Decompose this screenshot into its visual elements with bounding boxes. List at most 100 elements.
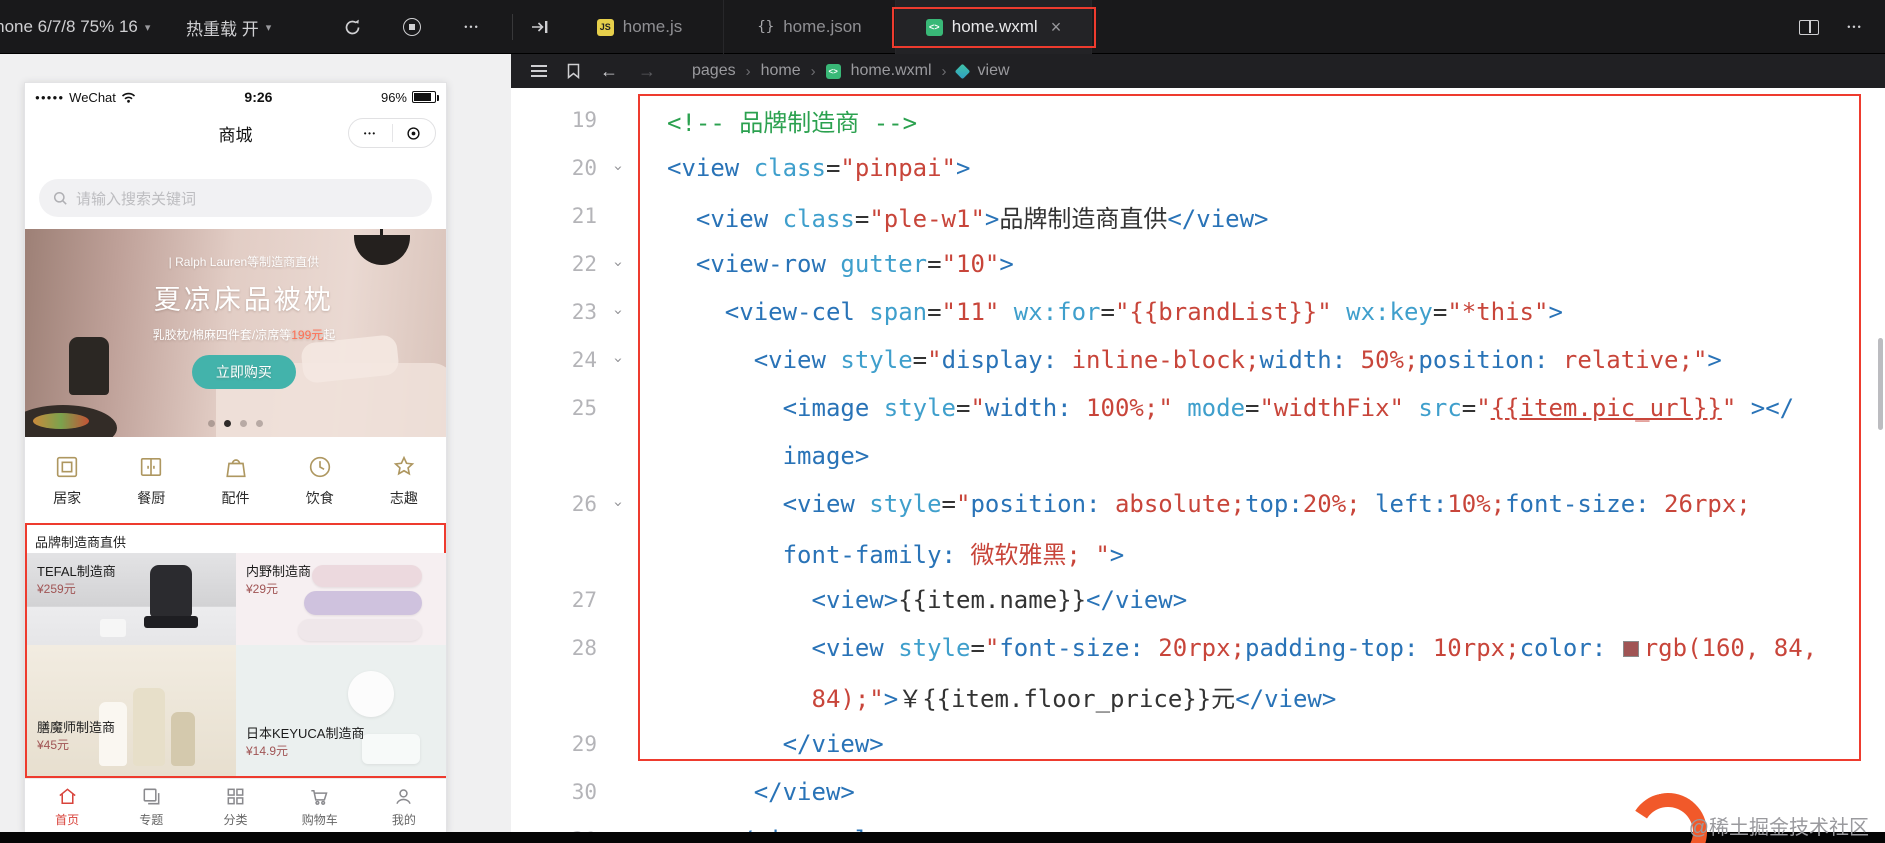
fold-chevron-icon[interactable]: ›	[597, 495, 640, 513]
code-row: 26 › <view style="position: absolute;top:…	[511, 480, 1885, 528]
category-label: 饮食	[305, 489, 334, 506]
code-row: 20 › <view class="pinpai">	[511, 144, 1885, 192]
chevron-down-icon: ▾	[265, 21, 272, 34]
tab-home-js[interactable]: JS home.js	[556, 0, 724, 54]
breadcrumb-pages[interactable]: pages	[692, 62, 736, 80]
tab-cart[interactable]: 购物车	[278, 779, 362, 834]
product-name: 内野制造商	[246, 564, 312, 579]
device-selector[interactable]: iPhone 6/7/8 75% 16 ▾	[0, 0, 150, 54]
code-line-text[interactable]: <view>{{item.name}}</view>	[640, 586, 1885, 614]
code-row: 22 › <view-row gutter="10">	[511, 240, 1885, 288]
frame-icon	[56, 456, 78, 477]
bookmark-icon[interactable]	[567, 63, 580, 79]
forward-button[interactable]: →	[638, 61, 656, 82]
category-item-food[interactable]: 饮食	[278, 437, 362, 523]
code-line-text[interactable]: <image style="width: 100%;" mode="widthF…	[640, 394, 1885, 422]
breadcrumb-home[interactable]: home	[761, 62, 801, 80]
capsule-exit-button[interactable]	[393, 126, 436, 141]
tab-profile[interactable]: 我的	[362, 779, 446, 834]
tab-topics[interactable]: 专题	[109, 779, 193, 834]
banner-subtitle: 乳胶枕/棉麻四件套/凉席等199元起	[130, 326, 357, 343]
tab-label: home.wxml	[951, 17, 1038, 36]
code-line-text[interactable]: <view style="position: absolute;top:20%;…	[640, 490, 1885, 518]
buy-now-button[interactable]: 立即购买	[191, 355, 296, 389]
bag-icon	[225, 458, 246, 477]
code-row: 84);">￥{{item.floor_price}}元</view>	[511, 672, 1885, 720]
tab-home-json[interactable]: {} home.json	[724, 0, 896, 54]
open-panel-button[interactable]	[526, 0, 554, 54]
scrollbar-thumb[interactable]	[1878, 338, 1883, 430]
category-item-home[interactable]: 居家	[25, 437, 109, 523]
hot-reload-toggle[interactable]: 热重载 开 ▾	[186, 0, 271, 54]
product-image-blender	[144, 565, 198, 628]
split-editor-button[interactable]	[1795, 0, 1823, 54]
line-number: 20	[571, 156, 597, 180]
product-card[interactable]: 膳魔师制造商 ¥45元	[27, 645, 236, 776]
code-line-text[interactable]: <view class="ple-w1">品牌制造商直供</view>	[640, 199, 1885, 234]
tab-label: 我的	[391, 813, 416, 827]
wxml-file-icon: <>	[825, 63, 841, 79]
code-line-text[interactable]: </view>	[640, 730, 1885, 758]
banner-text-block: | Ralph Lauren等制造商直供 夏凉床品被枕 乳胶枕/棉麻四件套/凉席…	[130, 253, 357, 389]
code-area: 19 <!-- 品牌制造商 --> 20 › <view class="pinpai">…	[511, 88, 1885, 843]
fold-chevron-icon[interactable]: ›	[597, 303, 640, 321]
menu-button[interactable]	[531, 65, 547, 77]
refresh-button[interactable]	[338, 0, 366, 54]
code-row: 27 <view>{{item.name}}</view>	[511, 576, 1885, 624]
banner-carousel[interactable]: | Ralph Lauren等制造商直供 夏凉床品被枕 乳胶枕/棉麻四件套/凉席…	[25, 229, 446, 437]
tab-home[interactable]: 首页	[25, 779, 109, 834]
tab-label: 专题	[139, 813, 164, 827]
more-actions-button[interactable]: •••	[458, 0, 486, 54]
capsule-more-button[interactable]: •••	[349, 129, 392, 138]
category-item-kitchen[interactable]: 餐厨	[109, 437, 193, 523]
product-card[interactable]: TEFAL制造商 ¥259元	[27, 553, 236, 645]
product-image-towels	[304, 591, 422, 615]
product-image-cup	[100, 619, 126, 637]
code-line-text[interactable]: <view style="font-size: 20rpx;padding-to…	[640, 634, 1885, 662]
bottom-bar	[0, 832, 1885, 843]
breadcrumb-file[interactable]: home.wxml	[851, 62, 932, 80]
line-number: 25	[571, 396, 597, 420]
status-right: 96%	[381, 90, 439, 105]
cart-icon	[311, 789, 328, 805]
code-line-text[interactable]: <view style="display: inline-block;width…	[640, 346, 1885, 374]
category-item-accessories[interactable]: 配件	[193, 437, 277, 523]
product-card[interactable]: 日本KEYUCA制造商 ¥14.9元	[236, 645, 446, 776]
code-line-text[interactable]: <view-row gutter="10">	[640, 250, 1885, 278]
fold-chevron-icon[interactable]: ›	[597, 351, 640, 369]
window-more-button[interactable]: •••	[1841, 0, 1869, 54]
fold-chevron-icon[interactable]: ›	[597, 255, 640, 273]
code-line-text[interactable]: <!-- 品牌制造商 -->	[640, 103, 1885, 138]
record-stop-button[interactable]	[398, 0, 426, 54]
back-button[interactable]: ←	[600, 61, 618, 82]
product-card[interactable]: 内野制造商 ¥29元	[236, 553, 446, 645]
product-image-box	[362, 734, 420, 764]
product-image-towels	[298, 619, 422, 641]
code-line-text[interactable]: image>	[640, 442, 1885, 470]
carrier-label: WeChat	[69, 89, 116, 105]
product-image-towels	[312, 565, 422, 587]
code-line-text[interactable]: <view class="pinpai">	[640, 154, 1885, 182]
category-item-hobby[interactable]: 志趣	[362, 437, 446, 523]
navigation-bar: 商城 •••	[25, 111, 446, 155]
code-line-text[interactable]: 84);">￥{{item.floor_price}}元</view>	[640, 679, 1885, 714]
breadcrumb-element[interactable]: view	[978, 62, 1010, 80]
code-line-text[interactable]: </view>	[640, 778, 1885, 806]
json-file-icon: {}	[757, 19, 775, 35]
tab-label: home.json	[783, 17, 862, 36]
bottom-tab-bar: 首页 专题 分类 购物车 我的	[25, 778, 446, 834]
hot-reload-label: 热重载 开	[186, 19, 259, 39]
close-icon[interactable]: ×	[1051, 17, 1062, 38]
line-number: 19	[571, 108, 597, 132]
tab-categories[interactable]: 分类	[193, 779, 277, 834]
code-line-text[interactable]: font-family: 微软雅黑; ">	[640, 535, 1885, 570]
code-row: image>	[511, 432, 1885, 480]
code-line-text[interactable]: <view-cel span="11" wx:for="{{brandList}…	[640, 298, 1885, 326]
search-input[interactable]: 请输入搜索关键词	[39, 179, 432, 217]
tab-home-wxml[interactable]: <> home.wxml ×	[896, 0, 1092, 54]
star-icon	[393, 455, 415, 475]
toolbar-divider	[512, 14, 513, 40]
fold-chevron-icon[interactable]: ›	[597, 159, 640, 177]
line-number: 26	[571, 492, 597, 516]
code-row: 28 <view style="font-size: 20rpx;padding…	[511, 624, 1885, 672]
